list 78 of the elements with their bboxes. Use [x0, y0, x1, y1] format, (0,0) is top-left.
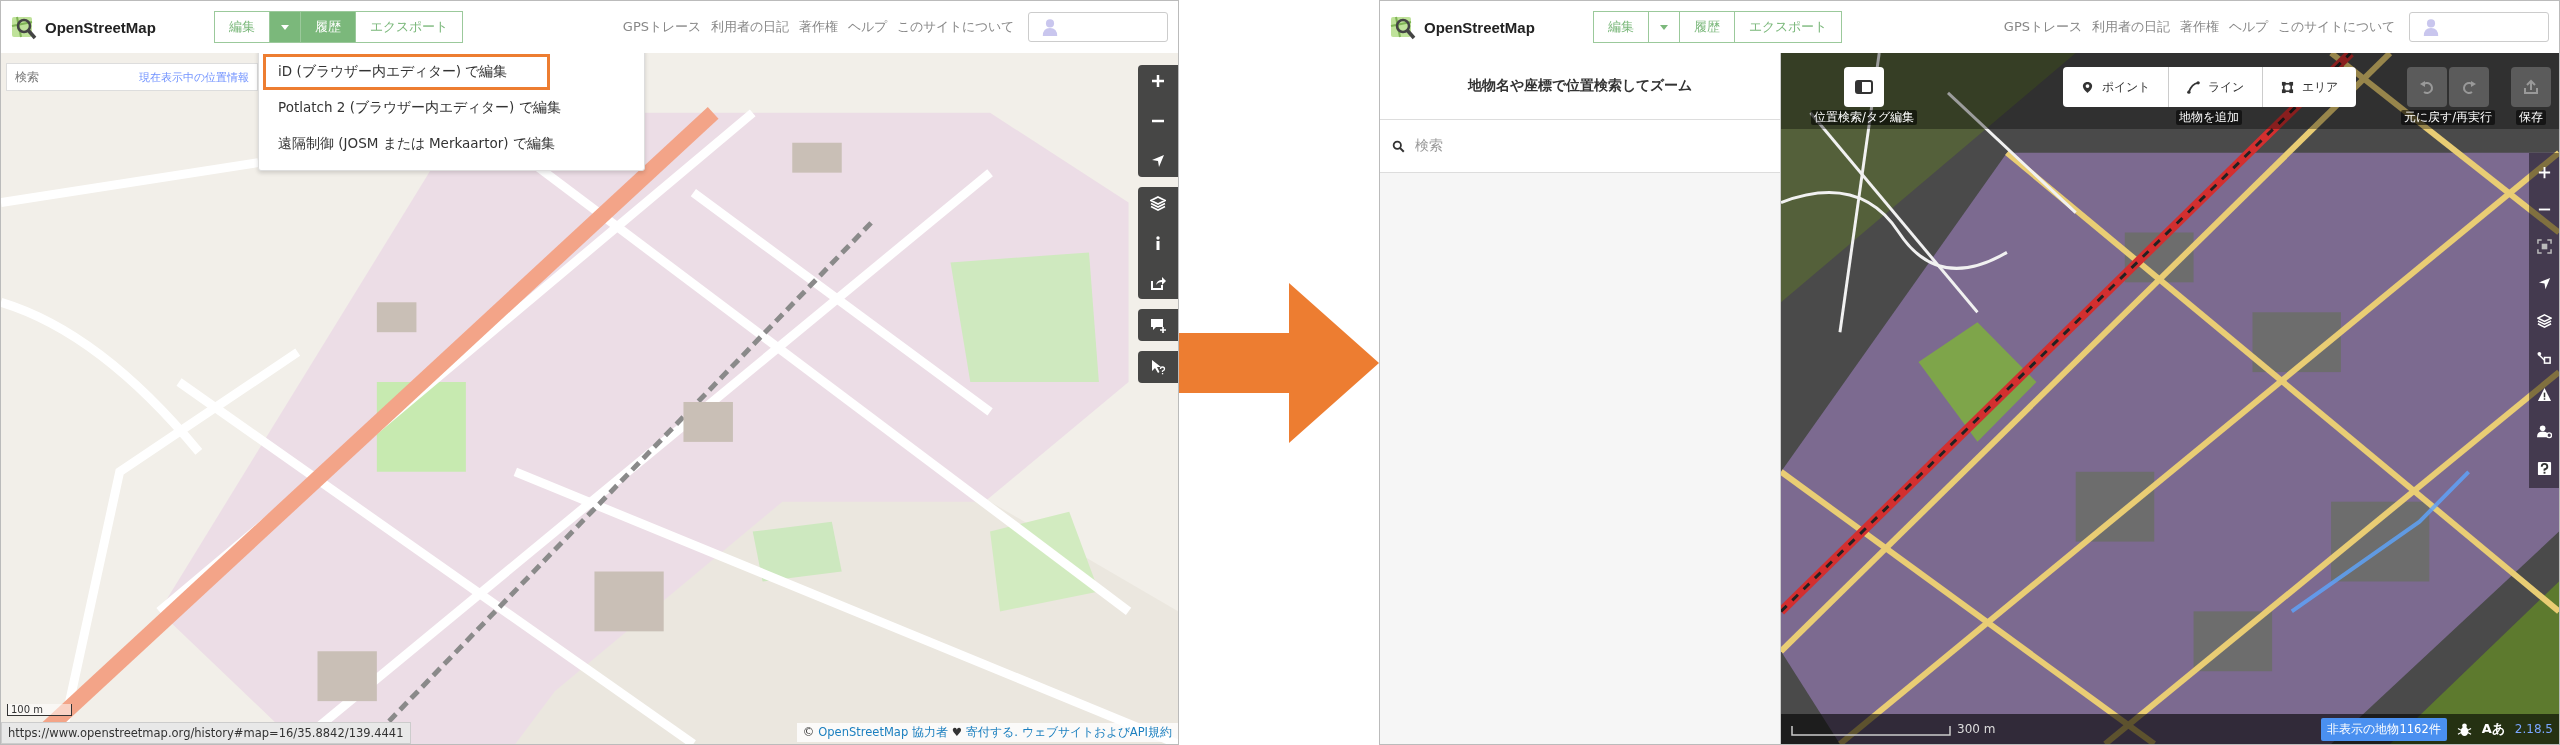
redo-icon: [2461, 79, 2478, 95]
menu-item[interactable]: iD (ブラウザー内エディター) で編集: [263, 54, 551, 90]
toolbar-label: 元に戻す/再実行: [2401, 110, 2495, 125]
bug-icon[interactable]: [2456, 721, 2472, 737]
user-silhouette-icon: [1041, 18, 1059, 36]
nav-link[interactable]: 利用者の日記: [711, 18, 789, 36]
zoom-in-icon[interactable]: [2536, 165, 2552, 180]
search-icon: [1392, 139, 1405, 153]
toolbar-label: 地物を追加: [2176, 110, 2243, 125]
edit-tab-button[interactable]: 編集: [214, 11, 270, 43]
magnifier-map-icon: [1390, 14, 1416, 40]
nav-link[interactable]: 著作権: [799, 18, 838, 36]
redo-button[interactable]: [2449, 67, 2490, 107]
add-note-icon[interactable]: [1150, 317, 1166, 333]
add-feature-button[interactable]: ライン: [2167, 67, 2262, 107]
nav-link[interactable]: 著作権: [2180, 18, 2219, 36]
nav-link[interactable]: GPSトレース: [622, 18, 701, 36]
edit-tab-button[interactable]: エクスポート: [1734, 11, 1842, 43]
sidebar-panel-icon: [1854, 80, 1873, 94]
version-link[interactable]: 2.18.5: [2514, 722, 2553, 736]
magnifier-map-icon: [11, 14, 37, 40]
attribution-text: ♥: [951, 725, 963, 740]
caret-icon: [281, 24, 289, 30]
hidden-features-badge[interactable]: 非表示の地物1162件: [2321, 717, 2447, 741]
attribution-link[interactable]: ウェブサイトおよびAPI規約: [1021, 725, 1172, 740]
caret-icon: [1660, 24, 1668, 30]
sidebar-title: 地物名や座標で位置検索してズーム: [1380, 53, 1780, 120]
line-icon: [2186, 80, 2200, 94]
edit-tab-button[interactable]: 履歴: [1679, 11, 1735, 43]
map-data-icon[interactable]: [2536, 350, 2552, 365]
edit-tab-button[interactable]: 編集: [1593, 11, 1649, 43]
nav-link[interactable]: このサイトについて: [2278, 18, 2395, 36]
area-icon: [2280, 80, 2294, 94]
search-placeholder: 検索: [1415, 137, 1443, 155]
status-url: https://www.openstreetmap.org/history#map=16/35.8842/139.4441: [1, 722, 411, 744]
nav-link[interactable]: ヘルプ: [2229, 18, 2268, 36]
share-icon[interactable]: [1150, 275, 1166, 291]
language-button[interactable]: Aあ: [2481, 720, 2505, 738]
scale-line-icon: [1791, 726, 1951, 736]
nav-link[interactable]: GPSトレース: [2003, 18, 2082, 36]
current-location-link[interactable]: 現在表示中の位置情報: [139, 69, 249, 85]
add-feature-button[interactable]: ポイント: [2062, 67, 2168, 107]
edit-tab-button[interactable]: 履歴: [300, 11, 356, 43]
user-silhouette-icon: [2422, 18, 2440, 36]
site-logo-text[interactable]: OpenStreetMap: [45, 18, 156, 36]
scale-text: 300 m: [1957, 722, 1996, 736]
nav-link[interactable]: ヘルプ: [848, 18, 887, 36]
attribution-link[interactable]: OpenStreetMap 協力者: [818, 725, 948, 740]
undo-button[interactable]: [2407, 67, 2448, 107]
edit-tab-button[interactable]: エクスポート: [355, 11, 463, 43]
site-logo-text[interactable]: OpenStreetMap: [1424, 18, 1535, 36]
search-placeholder: 検索: [15, 68, 39, 86]
layers-icon[interactable]: [2536, 313, 2552, 328]
scale-bar: 100 m: [7, 704, 72, 716]
layers-icon[interactable]: [1150, 195, 1166, 211]
query-cursor-icon[interactable]: [1150, 359, 1166, 375]
toolbar-label: 保存: [2516, 110, 2546, 125]
user-settings-icon[interactable]: [2536, 424, 2552, 439]
add-feature-button[interactable]: エリア: [2261, 67, 2356, 107]
upload-icon: [2523, 79, 2539, 95]
nav-link[interactable]: このサイトについて: [897, 18, 1014, 36]
zoom-to-selection-icon[interactable]: [2536, 239, 2552, 254]
search-field[interactable]: 検索 現在表示中の位置情報: [6, 63, 258, 91]
zoom-in-icon[interactable]: [1150, 73, 1166, 89]
attribution-text: ©: [802, 725, 815, 740]
menu-item[interactable]: Potlatch 2 (ブラウザー内エディター) で編集: [263, 90, 640, 126]
warning-icon[interactable]: [2536, 387, 2552, 402]
nav-link[interactable]: 利用者の日記: [2092, 18, 2170, 36]
undo-icon: [2419, 79, 2436, 95]
attribution-link[interactable]: 寄付する.: [966, 725, 1018, 740]
toolbar-label: 位置検索/タグ編集: [1811, 110, 1917, 125]
right-arrow-icon: [1179, 282, 1379, 443]
map-pin-icon: [2080, 80, 2094, 94]
feature-search-field[interactable]: 検索: [1380, 120, 1780, 173]
locate-arrow-icon[interactable]: [2536, 276, 2552, 291]
sidebar-toggle-button[interactable]: [1843, 67, 1884, 107]
locate-arrow-icon[interactable]: [1150, 153, 1166, 169]
menu-item[interactable]: 遠隔制御 (JOSM または Merkaartor) で編集: [263, 126, 640, 162]
